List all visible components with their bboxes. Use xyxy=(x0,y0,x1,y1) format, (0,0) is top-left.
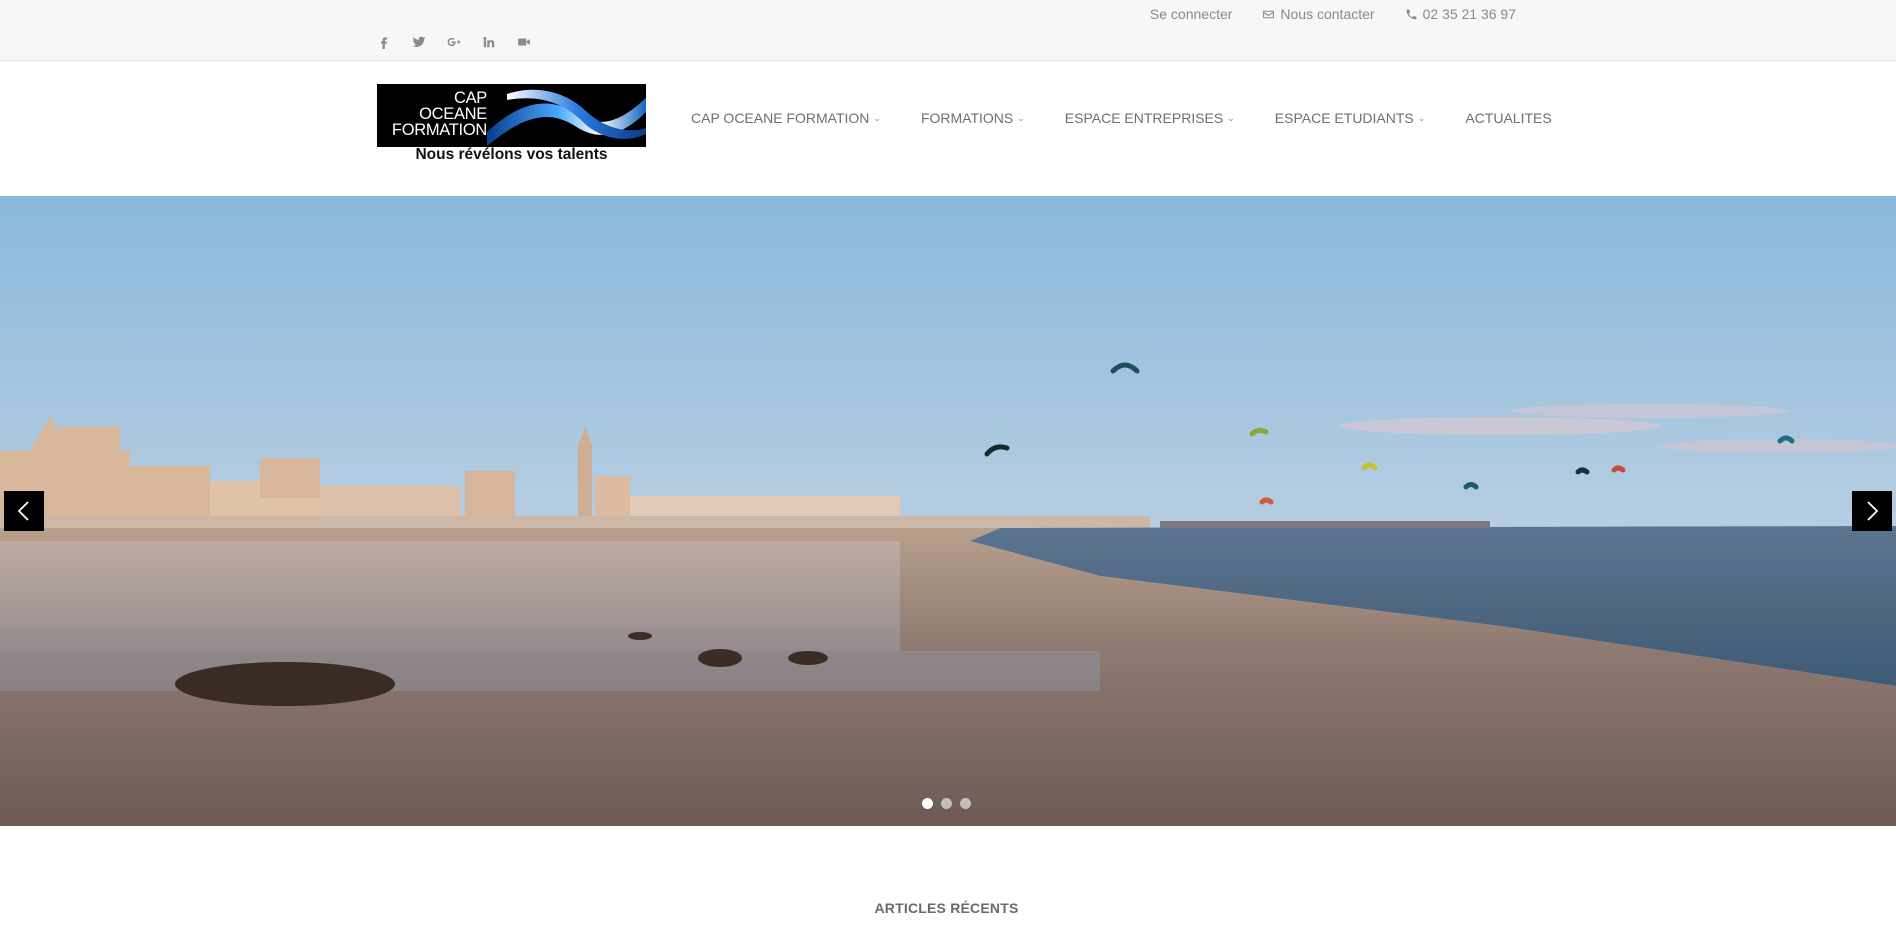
logo-tagline: Nous révélons vos talents xyxy=(415,146,608,163)
site-logo[interactable]: CAP OCEANE FORMATION Nous révélons vos t… xyxy=(377,84,646,169)
beach-slide-image xyxy=(0,196,1896,826)
video-camera-icon[interactable] xyxy=(515,33,532,50)
nav-item-label: ACTUALITES xyxy=(1465,110,1552,126)
contact-label: Nous contacter xyxy=(1280,6,1375,22)
chevron-down-icon: ⌄ xyxy=(1417,112,1426,123)
nav-item-label: ESPACE ETUDIANTS xyxy=(1274,110,1414,126)
nav-item-actualites[interactable]: ACTUALITES xyxy=(1465,110,1551,126)
logo-wordmark: CAP OCEANE FORMATION xyxy=(381,89,487,139)
logo-line-2: OCEANE xyxy=(419,105,487,123)
chevron-right-icon xyxy=(1867,501,1879,521)
slider-prev-button[interactable] xyxy=(4,491,44,531)
top-links: Se connecter Nous contacter 02 35 21 36 … xyxy=(1150,6,1516,22)
nav-item-label: FORMATIONS xyxy=(920,110,1014,126)
logo-wave-icon xyxy=(487,89,646,146)
logo-line-3: FORMATION xyxy=(391,121,487,139)
login-label: Se connecter xyxy=(1149,6,1233,22)
phone-link[interactable]: 02 35 21 36 97 xyxy=(1405,6,1516,22)
social-links xyxy=(375,33,532,50)
login-link[interactable]: Se connecter xyxy=(1150,6,1233,22)
chevron-down-icon: ⌄ xyxy=(1017,112,1025,123)
twitter-icon[interactable] xyxy=(410,33,427,50)
google-plus-icon[interactable] xyxy=(445,33,462,50)
slider-dot[interactable] xyxy=(941,798,952,809)
phone-icon xyxy=(1406,9,1416,19)
chevron-down-icon: ⌄ xyxy=(1227,112,1235,123)
top-bar: Se connecter Nous contacter 02 35 21 36 … xyxy=(0,0,1896,61)
nav-item-espace-entreprises[interactable]: ESPACE ENTREPRISES ⌄ xyxy=(1065,110,1235,126)
nav-item-formations[interactable]: FORMATIONS ⌄ xyxy=(921,110,1025,126)
linkedin-icon[interactable] xyxy=(480,33,497,50)
main-nav: CAP OCEANE FORMATION ⌄ FORMATIONS ⌄ ESPA… xyxy=(691,110,1552,126)
contact-link[interactable]: Nous contacter xyxy=(1262,6,1375,22)
recent-articles-heading: ARTICLES RÉCENTS xyxy=(874,900,1019,916)
facebook-icon[interactable] xyxy=(375,33,392,50)
hero-slider xyxy=(0,196,1896,826)
slider-dot[interactable] xyxy=(960,798,971,809)
phone-number: 02 35 21 36 97 xyxy=(1422,6,1516,22)
nav-item-cap-oceane-formation[interactable]: CAP OCEANE FORMATION ⌄ xyxy=(691,110,881,126)
chevron-left-icon xyxy=(17,501,29,521)
site-header: CAP OCEANE FORMATION Nous révélons vos t… xyxy=(0,61,1896,196)
nav-item-espace-etudiants[interactable]: ESPACE ETUDIANTS ⌄ xyxy=(1275,110,1426,126)
slider-pagination xyxy=(922,798,971,809)
logo-line-1: CAP xyxy=(453,89,487,107)
slider-next-button[interactable] xyxy=(1852,491,1892,531)
nav-item-label: ESPACE ENTREPRISES xyxy=(1064,110,1224,126)
nav-item-label: CAP OCEANE FORMATION xyxy=(691,110,870,126)
logo-mark: CAP OCEANE FORMATION xyxy=(377,84,646,147)
envelope-icon xyxy=(1263,10,1275,18)
slider-dot[interactable] xyxy=(922,798,933,809)
chevron-down-icon: ⌄ xyxy=(873,112,881,123)
